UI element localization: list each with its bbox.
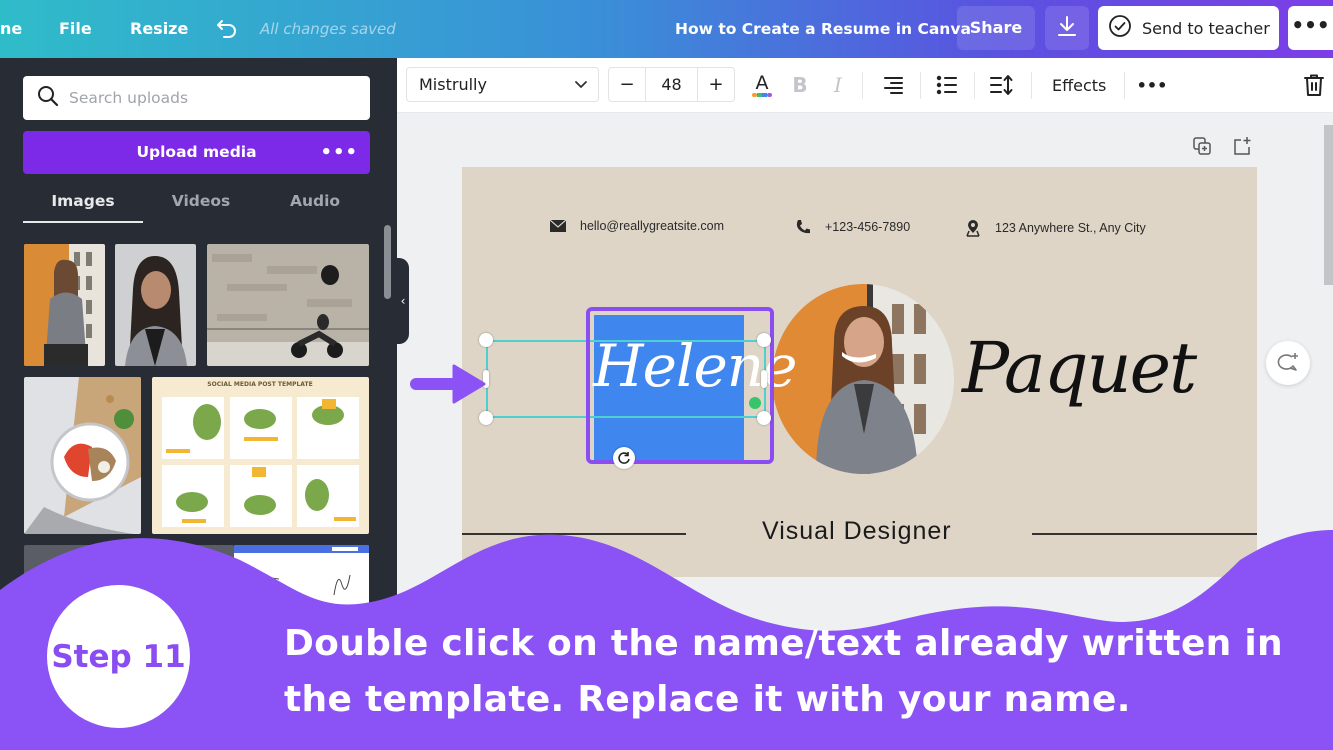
document-title[interactable]: How to Create a Resume in Canva [675,0,971,58]
upload-thumbnail[interactable] [115,244,196,366]
align-right-icon [884,77,903,94]
text-color-icon: A [752,72,772,97]
download-icon [1056,14,1078,42]
resize-handle-top-right[interactable] [757,333,771,347]
chevron-left-icon: ‹ [400,294,406,308]
upload-media-button[interactable]: Upload media ••• [23,131,370,174]
font-family-value: Mistrully [419,75,487,94]
step-badge: Step 11 [47,585,190,728]
resize-handle-bottom-right[interactable] [757,411,771,425]
toolbar-divider [862,72,863,99]
tab-images[interactable]: Images [23,183,143,223]
menu-home[interactable]: ne [0,0,22,58]
upload-thumbnail[interactable] [207,244,369,366]
more-options-button[interactable]: ••• [1288,6,1333,50]
effects-button[interactable]: Effects [1052,58,1106,113]
collapse-panel-button[interactable]: ‹ [397,258,409,344]
list-button[interactable] [933,71,961,99]
last-name-text[interactable]: Paquet [962,327,1197,409]
search-uploads-field[interactable] [23,76,370,120]
toolbar-divider [1031,72,1032,99]
instruction-line-1: Double click on the name/text already wr… [284,623,1283,664]
check-circle-icon [1108,14,1132,42]
bullet-list-icon [936,75,957,95]
add-page-icon [1234,137,1251,155]
search-icon [37,85,59,111]
instruction-line-2: the template. Replace it with your name. [284,679,1131,720]
font-size-value[interactable]: 48 [645,68,698,101]
search-uploads-input[interactable] [69,89,349,107]
font-size-stepper: − 48 + [608,67,735,102]
undo-icon[interactable] [214,16,240,42]
share-button[interactable]: Share [957,6,1035,50]
panel-scrollbar[interactable] [384,225,391,299]
line-spacing-icon [990,75,1013,95]
svg-text:A: A [756,72,769,94]
trash-icon [1304,74,1324,96]
toolbar-divider [1124,72,1125,99]
location-pin-icon [966,220,980,237]
upload-more-icon[interactable]: ••• [320,131,358,174]
email-text: hello@reallygreatsite.com [580,219,725,233]
add-page-button[interactable] [1230,134,1254,158]
resize-handle-bottom-left[interactable] [479,411,493,425]
add-comment-button[interactable] [1266,341,1310,385]
send-to-teacher-label: Send to teacher [1142,18,1270,38]
font-family-dropdown[interactable]: Mistrully [406,67,599,102]
decrease-font-size-button[interactable]: − [609,68,645,101]
top-bar: ne File Resize All changes saved How to … [0,0,1333,58]
tab-audio[interactable]: Audio [255,183,375,223]
chevron-down-icon [574,68,588,112]
step-instruction: Double click on the name/text already wr… [284,616,1304,728]
bold-button[interactable]: B [786,71,814,99]
save-status: All changes saved [260,20,396,38]
text-cursor-indicator [749,397,761,409]
toolbar-more-button[interactable]: ••• [1137,71,1168,99]
spacing-button[interactable] [988,71,1016,99]
upload-media-label: Upload media [136,143,257,161]
send-to-teacher-button[interactable]: Send to teacher [1098,6,1279,50]
template-thumb-title: SOCIAL MEDIA POST TEMPLATE [207,381,312,388]
address-text: 123 Anywhere St., Any City [995,221,1146,235]
media-tabs: Images Videos Audio [23,183,370,225]
comment-add-icon [1277,353,1298,371]
menu-resize[interactable]: Resize [130,0,188,58]
menu-file[interactable]: File [59,0,92,58]
align-right-button[interactable] [879,71,907,99]
contact-phone[interactable]: +123-456-7890 [795,219,910,235]
contact-address[interactable]: 123 Anywhere St., Any City [965,219,1146,237]
rotate-handle[interactable] [613,447,635,469]
selection-outline [586,307,774,464]
resize-handle-right[interactable] [761,370,767,388]
upload-thumbnail[interactable]: SOCIAL MEDIA POST TEMPLATE [152,377,369,534]
increase-font-size-button[interactable]: + [698,68,734,101]
duplicate-page-button[interactable] [1190,134,1214,158]
upload-thumbnail[interactable] [24,377,141,534]
rotate-icon [618,452,630,464]
upload-thumbnail[interactable] [24,244,105,366]
tab-videos[interactable]: Videos [141,183,261,223]
contact-email[interactable]: hello@reallygreatsite.com [550,219,724,233]
phone-text: +123-456-7890 [825,220,911,234]
toolbar-divider [974,72,975,99]
tutorial-arrow-icon [410,364,486,404]
phone-icon [796,220,810,234]
toolbar-divider [920,72,921,99]
canvas-scrollbar[interactable] [1324,125,1333,285]
text-toolbar: Mistrully − 48 + A B I Effects ••• [397,58,1333,113]
resize-handle-top-left[interactable] [479,333,493,347]
download-button[interactable] [1045,6,1089,50]
duplicate-icon [1193,137,1211,155]
italic-button[interactable]: I [824,71,852,99]
envelope-icon [550,220,566,232]
text-color-button[interactable]: A [748,71,776,99]
delete-button[interactable] [1300,71,1328,99]
profile-photo[interactable] [772,284,954,474]
